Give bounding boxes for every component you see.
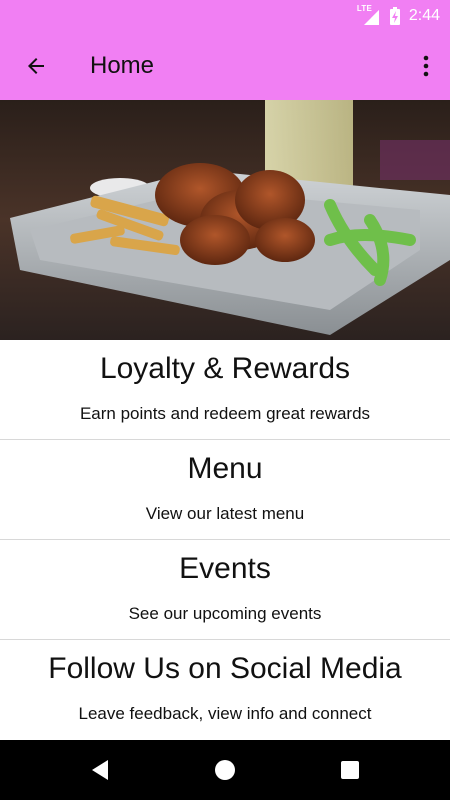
battery-charging-icon: [389, 7, 400, 25]
nav-back-button[interactable]: [85, 755, 115, 785]
app-bar: Home: [0, 32, 450, 100]
nav-recents-button[interactable]: [335, 755, 365, 785]
system-nav-bar: [0, 740, 450, 800]
nav-recents-icon: [341, 761, 359, 779]
lte-signal-icon: LTE: [357, 4, 381, 26]
overflow-menu-button[interactable]: [414, 48, 438, 84]
list-item-subtitle: Earn points and redeem great rewards: [79, 404, 371, 423]
status-bar: LTE 2:44: [0, 0, 450, 32]
list-item-subtitle: Leave feedback, view info and connect: [78, 704, 372, 723]
more-vert-icon: [423, 55, 429, 77]
list-item-title: Menu: [187, 452, 263, 485]
status-icons: LTE 2:44: [357, 4, 440, 26]
list-item-subtitle: See our upcoming events: [128, 604, 322, 623]
list-item-subtitle: View our latest menu: [145, 504, 305, 523]
page-title: Home: [90, 52, 155, 79]
nav-home-icon: [215, 760, 235, 780]
list-item-title: Loyalty & Rewards: [99, 352, 351, 385]
back-button[interactable]: [18, 48, 54, 84]
nav-back-icon: [92, 760, 108, 780]
list-item-menu[interactable]: Menu View our latest menu: [0, 440, 450, 540]
home-menu-list: Loyalty & Rewards Earn points and redeem…: [0, 340, 450, 740]
list-item-events[interactable]: Events See our upcoming events: [0, 540, 450, 640]
list-item-title: Follow Us on Social Media: [48, 652, 402, 685]
list-item-social-media[interactable]: Follow Us on Social Media Leave feedback…: [0, 640, 450, 740]
hero-food-image: [0, 100, 450, 340]
nav-home-button[interactable]: [210, 755, 240, 785]
status-time: 2:44: [408, 7, 440, 24]
list-item-loyalty-rewards[interactable]: Loyalty & Rewards Earn points and redeem…: [0, 340, 450, 440]
list-item-title: Events: [179, 552, 271, 585]
arrow-back-icon: [28, 58, 44, 74]
